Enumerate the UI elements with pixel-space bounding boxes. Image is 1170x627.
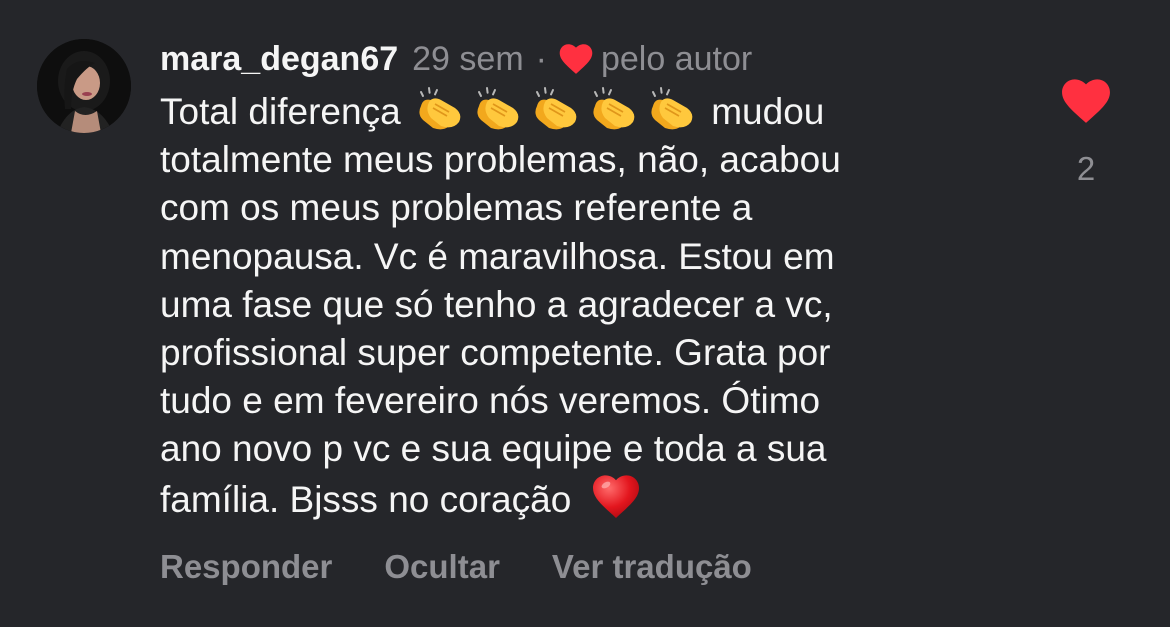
translate-button[interactable]: Ver tradução xyxy=(552,548,752,586)
avatar[interactable] xyxy=(37,39,131,133)
comment-text: Total diferença mudou totalmente meus pr… xyxy=(160,86,1020,524)
timestamp: 29 sem xyxy=(412,40,524,78)
clapping-hands-emoji-icon xyxy=(411,86,465,132)
red-heart-emoji-icon xyxy=(592,474,640,520)
liked-by-author-label: pelo autor xyxy=(600,40,753,78)
clapping-hands-emoji-icon xyxy=(527,86,581,132)
clapping-hands-emoji-icon xyxy=(585,86,639,132)
comment: mara_degan67 29 sem · pelo autor Total d… xyxy=(0,0,1170,627)
separator: · xyxy=(535,40,547,78)
clap-emoji-group xyxy=(411,87,701,132)
comment-meta: mara_degan67 29 sem · pelo autor xyxy=(160,38,1020,80)
like-count: 2 xyxy=(1076,150,1096,187)
like-heart-icon[interactable] xyxy=(1061,78,1111,124)
heart-icon xyxy=(559,43,593,75)
comment-body: mara_degan67 29 sem · pelo autor Total d… xyxy=(160,38,1020,524)
comment-text-rest: mudou totalmente meus problemas, não, ac… xyxy=(160,91,841,520)
comment-actions: Responder Ocultar Ver tradução xyxy=(160,548,752,586)
clapping-hands-emoji-icon xyxy=(469,86,523,132)
clapping-hands-emoji-icon xyxy=(643,86,697,132)
username[interactable]: mara_degan67 xyxy=(160,38,398,80)
comment-text-start: Total diferença xyxy=(160,91,401,132)
hide-button[interactable]: Ocultar xyxy=(384,548,500,586)
reply-button[interactable]: Responder xyxy=(160,548,332,586)
